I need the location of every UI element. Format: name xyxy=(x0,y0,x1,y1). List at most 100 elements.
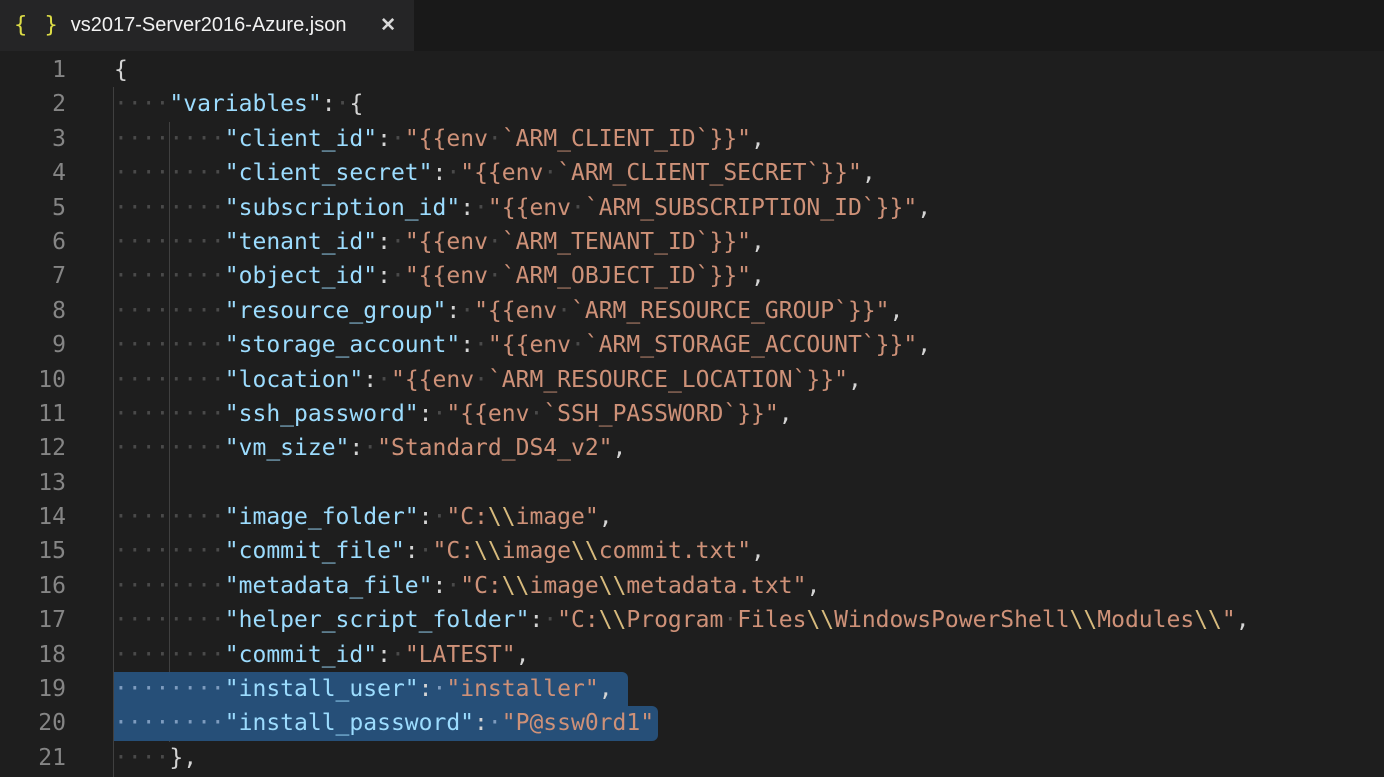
line-number[interactable]: 12 xyxy=(0,431,114,465)
tab-close-icon[interactable]: ✕ xyxy=(376,14,400,37)
line-content[interactable]: ········"helper_script_folder":·"C:\\Pro… xyxy=(114,603,1250,637)
line-number[interactable]: 7 xyxy=(0,259,114,293)
editor[interactable]: 1{2····"variables":·{3········"client_id… xyxy=(0,51,1384,772)
code-token: , xyxy=(848,367,862,393)
whitespace-dots: · xyxy=(433,401,447,427)
code-token: , xyxy=(751,126,765,152)
whitespace-dots: · xyxy=(557,298,571,324)
whitespace-dots: · xyxy=(391,126,405,152)
code-token: \\ xyxy=(488,504,516,530)
code-line[interactable]: 7········"object_id":·"{{env·`ARM_OBJECT… xyxy=(0,259,1384,293)
line-content[interactable]: ········"commit_id":·"LATEST", xyxy=(114,638,529,672)
code-token: , xyxy=(1236,607,1250,633)
line-content-selected[interactable]: ········"install_user":·"installer", xyxy=(114,672,628,706)
line-content[interactable]: ········"ssh_password":·"{{env·`SSH_PASS… xyxy=(114,397,793,431)
code-line[interactable]: 13 xyxy=(0,466,1384,500)
code-token: , xyxy=(751,538,765,564)
line-content[interactable]: ····"variables":·{ xyxy=(114,87,363,121)
code-token: `ARM_CLIENT_ID`}}" xyxy=(502,126,751,152)
line-number[interactable]: 17 xyxy=(0,603,114,637)
code-line[interactable]: 2····"variables":·{ xyxy=(0,87,1384,121)
code-token: "{{env xyxy=(474,298,557,324)
code-line[interactable]: 8········"resource_group":·"{{env·`ARM_R… xyxy=(0,294,1384,328)
code-line[interactable]: 4········"client_secret":·"{{env·`ARM_CL… xyxy=(0,156,1384,190)
code-line[interactable]: 5········"subscription_id":·"{{env·`ARM_… xyxy=(0,191,1384,225)
line-number[interactable]: 15 xyxy=(0,534,114,568)
line-content[interactable]: ········"vm_size":·"Standard_DS4_v2", xyxy=(114,431,626,465)
code-line[interactable]: 1{ xyxy=(0,53,1384,87)
code-line[interactable]: 10········"location":·"{{env·`ARM_RESOUR… xyxy=(0,363,1384,397)
whitespace-dots: ········ xyxy=(114,263,225,289)
code-line[interactable]: 19········"install_user":·"installer", xyxy=(0,672,1384,706)
code-line[interactable]: 15········"commit_file":·"C:\\image\\com… xyxy=(0,534,1384,568)
line-content[interactable]: ········"client_secret":·"{{env·`ARM_CLI… xyxy=(114,156,876,190)
line-number[interactable]: 2 xyxy=(0,87,114,121)
whitespace-dots: ········ xyxy=(114,126,225,152)
code-token: \\ xyxy=(1070,607,1098,633)
whitespace-dots: · xyxy=(433,676,447,702)
line-content[interactable]: ········"tenant_id":·"{{env·`ARM_TENANT_… xyxy=(114,225,765,259)
line-content[interactable]: ········"client_id":·"{{env·`ARM_CLIENT_… xyxy=(114,122,765,156)
whitespace-dots: · xyxy=(488,229,502,255)
code-token: , xyxy=(779,401,793,427)
code-token: "{{env xyxy=(488,332,571,358)
code-token: "install_password" xyxy=(225,710,474,736)
code-line[interactable]: 21····}, xyxy=(0,741,1384,775)
line-number[interactable]: 6 xyxy=(0,225,114,259)
line-number[interactable]: 5 xyxy=(0,191,114,225)
whitespace-dots: ········ xyxy=(114,573,225,599)
line-content[interactable]: ····}, xyxy=(114,741,197,775)
line-content[interactable]: ········"metadata_file":·"C:\\image\\met… xyxy=(114,569,820,603)
line-number[interactable]: 13 xyxy=(0,466,114,500)
line-content[interactable]: ········"storage_account":·"{{env·`ARM_S… xyxy=(114,328,931,362)
line-content[interactable]: ········"resource_group":·"{{env·`ARM_RE… xyxy=(114,294,903,328)
line-number[interactable]: 3 xyxy=(0,122,114,156)
whitespace-dots: ········ xyxy=(114,710,225,736)
line-number[interactable]: 21 xyxy=(0,741,114,775)
line-number[interactable]: 19 xyxy=(0,672,114,706)
code-line[interactable]: 18········"commit_id":·"LATEST", xyxy=(0,638,1384,672)
json-file-icon: { } xyxy=(14,13,60,38)
code-line[interactable]: 6········"tenant_id":·"{{env·`ARM_TENANT… xyxy=(0,225,1384,259)
whitespace-dots: · xyxy=(488,710,502,736)
line-number[interactable]: 14 xyxy=(0,500,114,534)
code-token: : xyxy=(433,573,447,599)
code-line[interactable]: 3········"client_id":·"{{env·`ARM_CLIENT… xyxy=(0,122,1384,156)
whitespace-dots: · xyxy=(460,298,474,324)
code-token: "metadata_file" xyxy=(225,573,433,599)
line-number[interactable]: 11 xyxy=(0,397,114,431)
line-content[interactable]: ········"object_id":·"{{env·`ARM_OBJECT_… xyxy=(114,259,765,293)
line-number[interactable]: 16 xyxy=(0,569,114,603)
code-line[interactable]: 20········"install_password":·"P@ssw0rd1… xyxy=(0,706,1384,740)
line-number[interactable]: 1 xyxy=(0,53,114,87)
line-number[interactable]: 18 xyxy=(0,638,114,672)
line-number[interactable]: 10 xyxy=(0,363,114,397)
tab-vs2017-server2016-azure-json[interactable]: { } vs2017-Server2016-Azure.json ✕ xyxy=(0,0,414,51)
line-content[interactable]: ········"location":·"{{env·`ARM_RESOURCE… xyxy=(114,363,862,397)
line-content-selected[interactable]: ········"install_password":·"P@ssw0rd1" xyxy=(114,706,658,740)
code-token: Modules xyxy=(1097,607,1194,633)
code-token: "location" xyxy=(225,367,363,393)
code-token: : xyxy=(446,298,460,324)
line-content[interactable]: ········"subscription_id":·"{{env·`ARM_S… xyxy=(114,191,931,225)
code-token: , xyxy=(599,676,613,702)
code-line[interactable]: 16········"metadata_file":·"C:\\image\\m… xyxy=(0,569,1384,603)
code-token: : xyxy=(474,710,488,736)
line-number[interactable]: 9 xyxy=(0,328,114,362)
code-token: : xyxy=(363,367,377,393)
line-content[interactable]: ········"commit_file":·"C:\\image\\commi… xyxy=(114,534,765,568)
line-number[interactable]: 8 xyxy=(0,294,114,328)
code-token: "Standard_DS4_v2" xyxy=(377,435,612,461)
code-token: : xyxy=(322,91,336,117)
code-line[interactable]: 17········"helper_script_folder":·"C:\\P… xyxy=(0,603,1384,637)
code-line[interactable]: 11········"ssh_password":·"{{env·`SSH_PA… xyxy=(0,397,1384,431)
line-content[interactable]: ········"image_folder":·"C:\\image", xyxy=(114,500,613,534)
code-line[interactable]: 12········"vm_size":·"Standard_DS4_v2", xyxy=(0,431,1384,465)
line-content[interactable]: { xyxy=(114,53,128,87)
code-line[interactable]: 14········"image_folder":·"C:\\image", xyxy=(0,500,1384,534)
line-number[interactable]: 4 xyxy=(0,156,114,190)
line-number[interactable]: 20 xyxy=(0,706,114,740)
code-token: `ARM_SUBSCRIPTION_ID`}}" xyxy=(585,195,917,221)
code-line[interactable]: 9········"storage_account":·"{{env·`ARM_… xyxy=(0,328,1384,362)
code-token: "subscription_id" xyxy=(225,195,460,221)
